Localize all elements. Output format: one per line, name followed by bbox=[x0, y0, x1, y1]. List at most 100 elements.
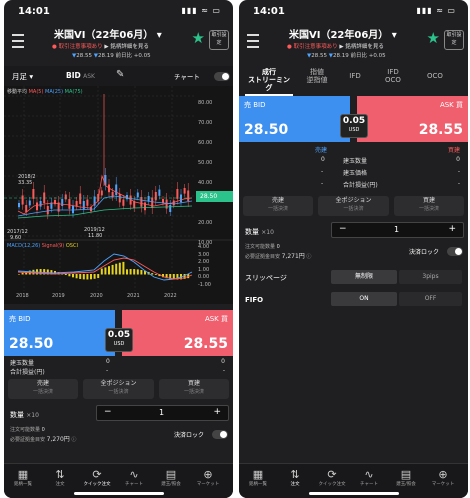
qty-plus-button[interactable]: + bbox=[213, 407, 221, 417]
chart-area[interactable]: 移動平均 MA(5) MA(25) MA(75) MACD(12,26) Sig… bbox=[4, 86, 233, 304]
tab-bar: ▦ 銘柄一覧 ⇅ 注文 ⟳ クイック注文 ∿ チャート ▤ 建玉/照会 ⊕ マーケット bbox=[239, 463, 468, 498]
qty-minus-button[interactable]: − bbox=[339, 224, 347, 234]
list-icon: ▦ bbox=[17, 468, 29, 481]
orderable-qty: 注文可能数量 0 bbox=[10, 427, 45, 433]
chart-toolbar: 月足 ▾ BID ASK ✎ チャート bbox=[4, 66, 233, 86]
home-indicator bbox=[74, 492, 164, 495]
spread-badge: 0.05 USD bbox=[340, 114, 368, 138]
slippage-3pips[interactable]: 3pips bbox=[399, 270, 462, 284]
chart-label: チャート bbox=[174, 73, 200, 81]
tab-order[interactable]: ⇅ 注文 bbox=[44, 468, 76, 487]
qty-value[interactable]: 1 bbox=[394, 225, 399, 234]
period-select[interactable]: 月足 ▾ bbox=[12, 71, 33, 82]
chart-icon: ∿ bbox=[129, 468, 139, 481]
legend-sub: MACD(12,26) Signal(9) OSCI bbox=[7, 243, 78, 249]
tab-positions[interactable]: ▤ 建玉/照会 bbox=[155, 468, 187, 487]
market-icon: ⊕ bbox=[438, 468, 448, 481]
menu-icon[interactable] bbox=[247, 34, 259, 48]
tab-ifd[interactable]: IFD bbox=[341, 66, 369, 98]
positions-icon: ▤ bbox=[165, 468, 177, 481]
tab-positions[interactable]: ▤ 建玉/照会 bbox=[390, 468, 422, 487]
quick-order-icon: ⟳ bbox=[327, 468, 337, 481]
tab-chart[interactable]: ∿ チャート bbox=[353, 468, 385, 487]
close-lock-label: 決済ロック bbox=[409, 249, 440, 256]
tab-bar: ▦ 銘柄一覧 ⇅ 注文 ⟳ クイック注文 ∿ チャート ▤ 建玉/照会 ⊕ マーケット bbox=[4, 463, 233, 498]
draw-tool-icon[interactable]: ✎ bbox=[116, 69, 124, 80]
order-icon: ⇅ bbox=[290, 468, 300, 481]
quick-order-icon: ⟳ bbox=[92, 468, 102, 481]
y-axis-sub: 4.00 3.00 2.00 1.00 0.00 -1.00 bbox=[198, 244, 211, 288]
buy-close-all-button[interactable]: 買建 一括決済 bbox=[159, 379, 229, 399]
favorite-star-icon[interactable]: ★ bbox=[192, 29, 205, 47]
bid-ask-toggle[interactable]: BID ASK bbox=[66, 71, 95, 80]
tab-oco[interactable]: OCO bbox=[417, 66, 453, 98]
qty-plus-button[interactable]: + bbox=[448, 224, 456, 234]
warning-line[interactable]: ● 取引注意事項あり ▶ 銘柄詳細を見る bbox=[52, 42, 149, 50]
col-buy-header: 買建 bbox=[447, 147, 460, 154]
buy-close-all-button[interactable]: 買建 一括決済 bbox=[394, 196, 464, 216]
slippage-unlimited[interactable]: 無制限 bbox=[331, 270, 397, 284]
tab-quick-order[interactable]: ⟳ クイック注文 bbox=[316, 468, 348, 487]
home-indicator bbox=[309, 492, 399, 495]
col-sell-header: 売建 bbox=[315, 147, 328, 154]
close-lock-toggle[interactable] bbox=[212, 430, 228, 439]
all-positions-close-button[interactable]: 全ポジション 一括決済 bbox=[318, 196, 389, 216]
status-icons: ▮▮▮ ≈ ▭ bbox=[181, 6, 221, 15]
fifo-off[interactable]: OFF bbox=[399, 292, 462, 306]
list-icon: ▦ bbox=[252, 468, 264, 481]
instrument-title[interactable]: 米国VI（22年06月） ▾ bbox=[54, 26, 162, 41]
sell-close-all-button[interactable]: 売建 一括決済 bbox=[243, 196, 313, 216]
tab-market[interactable]: ⊕ マーケット bbox=[427, 468, 459, 487]
close-lock-label: 決済ロック bbox=[174, 432, 205, 439]
qty-value[interactable]: 1 bbox=[159, 408, 164, 417]
phone-order-screen: 14:01 ▮▮▮ ≈ ▭ 米国VI（22年06月） ▾ ● 取引注意事項あり … bbox=[239, 0, 468, 498]
sell-bid-button[interactable]: 売 BID 28.50 bbox=[239, 96, 350, 142]
menu-icon[interactable] bbox=[12, 34, 24, 48]
fifo-label: FIFO bbox=[245, 296, 264, 304]
positions-icon: ▤ bbox=[400, 468, 412, 481]
tab-quick-order[interactable]: ⟳ クイック注文 bbox=[81, 468, 113, 487]
trade-settings-button[interactable]: 取引設定 bbox=[444, 30, 464, 50]
tab-market[interactable]: ⊕ マーケット bbox=[192, 468, 224, 487]
favorite-star-icon[interactable]: ★ bbox=[427, 29, 440, 47]
instrument-title[interactable]: 米国VI（22年06月） ▾ bbox=[289, 26, 397, 41]
tab-instruments[interactable]: ▦ 銘柄一覧 bbox=[242, 468, 274, 487]
trade-settings-button[interactable]: 取引設定 bbox=[209, 30, 229, 50]
position-row: 建玉数量 0 0 bbox=[10, 358, 225, 367]
orderable-qty: 注文可能数量 0 bbox=[245, 244, 280, 250]
buy-ask-button[interactable]: ASK 買 28.55 bbox=[357, 96, 468, 142]
buy-ask-button[interactable]: ASK 買 28.55 bbox=[122, 310, 233, 356]
sell-bid-button[interactable]: 売 BID 28.50 bbox=[4, 310, 115, 356]
pnl-row: 合計損益(円) - - bbox=[10, 367, 225, 376]
anno-low2-val: 11.80 bbox=[88, 233, 103, 239]
close-lock-toggle[interactable] bbox=[447, 247, 463, 256]
market-icon: ⊕ bbox=[203, 468, 213, 481]
required-margin: 必要証拠金目安 7,270円 ⓘ bbox=[10, 436, 77, 443]
tab-instruments[interactable]: ▦ 銘柄一覧 bbox=[7, 468, 39, 487]
qty-label: 数量 ×10 bbox=[10, 411, 39, 419]
header: 米国VI（22年06月） ▾ ● 取引注意事項あり ▶ 銘柄詳細を見る ▼28.… bbox=[4, 22, 233, 64]
qty-label: 数量 ×10 bbox=[245, 228, 274, 236]
tab-chart[interactable]: ∿ チャート bbox=[118, 468, 150, 487]
slippage-label: スリッページ bbox=[245, 274, 287, 282]
qty-minus-button[interactable]: − bbox=[104, 407, 112, 417]
anno-low-val: 9.60 bbox=[10, 235, 22, 241]
tab-limit-stop[interactable]: 指値 逆指値 bbox=[299, 66, 335, 94]
fifo-on[interactable]: ON bbox=[331, 292, 397, 306]
tab-order[interactable]: ⇅ 注文 bbox=[279, 468, 311, 487]
header: 米国VI（22年06月） ▾ ● 取引注意事項あり ▶ 銘柄詳細を見る ▼28.… bbox=[239, 22, 468, 64]
tab-market-streaming[interactable]: 成行 ストリーミング bbox=[245, 66, 293, 96]
sell-close-all-button[interactable]: 売建 一括決済 bbox=[8, 379, 78, 399]
phone-chart-screen: 14:01 ▮▮▮ ≈ ▭ 米国VI（22年06月） ▾ ● 取引注意事項あり … bbox=[4, 0, 233, 498]
order-icon: ⇅ bbox=[55, 468, 65, 481]
status-time: 14:01 bbox=[253, 6, 285, 17]
chart-toggle[interactable] bbox=[214, 72, 230, 81]
qty-stepper[interactable]: − 1 + bbox=[96, 405, 229, 421]
required-margin: 必要証拠金目安 7,271円 ⓘ bbox=[245, 253, 312, 260]
anno-high-val: 33.35 bbox=[18, 180, 33, 186]
warning-line[interactable]: ● 取引注意事項あり ▶ 銘柄詳細を見る bbox=[287, 42, 384, 50]
all-positions-close-button[interactable]: 全ポジション 一括決済 bbox=[83, 379, 154, 399]
tab-ifd-oco[interactable]: IFD OCO bbox=[375, 66, 411, 94]
qty-stepper[interactable]: − 1 + bbox=[331, 222, 464, 238]
chart-icon: ∿ bbox=[364, 468, 374, 481]
